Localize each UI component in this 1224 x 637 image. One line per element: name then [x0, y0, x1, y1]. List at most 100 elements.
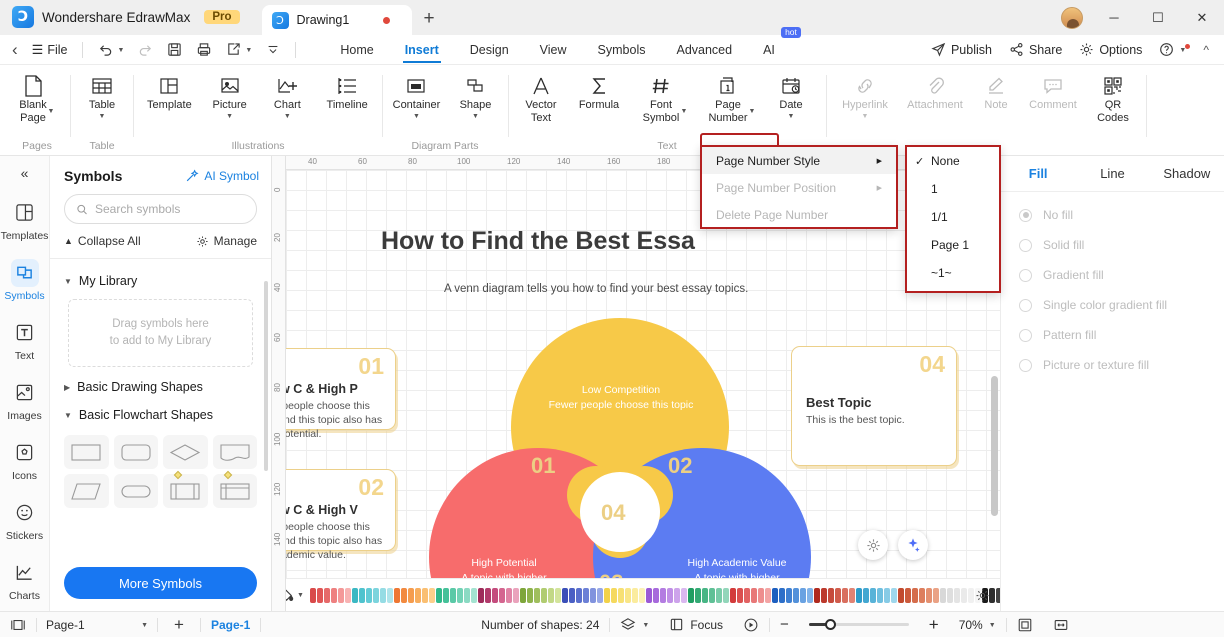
tab-fill[interactable]: Fill	[1001, 166, 1075, 181]
ai-symbol-button[interactable]: AI Symbol	[185, 169, 259, 183]
color-swatch[interactable]	[918, 587, 925, 603]
color-swatch[interactable]	[729, 587, 736, 603]
fill-option-no-fill[interactable]: No fill	[1001, 200, 1224, 230]
color-swatch[interactable]	[701, 587, 708, 603]
page-tab-page-1[interactable]: Page-1	[201, 612, 260, 637]
color-swatch[interactable]	[456, 587, 463, 603]
shape-terminator[interactable]	[113, 474, 158, 508]
ai-assistant-fab[interactable]	[898, 530, 928, 560]
tab-symbols[interactable]: Symbols	[584, 35, 660, 65]
color-swatch[interactable]	[547, 587, 554, 603]
presentation-play-button[interactable]	[733, 612, 769, 637]
fill-option-picture-or-texture-fill[interactable]: Picture or texture fill	[1001, 350, 1224, 380]
sidebar-item-symbols[interactable]: Symbols	[0, 250, 49, 310]
color-swatch[interactable]	[470, 587, 477, 603]
color-swatch[interactable]	[967, 587, 974, 603]
color-swatch[interactable]	[428, 587, 435, 603]
zoom-slider[interactable]	[799, 612, 919, 637]
tab-view[interactable]: View	[526, 35, 581, 65]
section-basic-drawing-shapes[interactable]: ▶ Basic Drawing Shapes	[50, 373, 271, 401]
color-swatch[interactable]	[869, 587, 876, 603]
sidebar-item-stickers[interactable]: Stickers	[0, 490, 49, 550]
color-swatch[interactable]	[589, 587, 596, 603]
color-swatch[interactable]	[393, 587, 400, 603]
page-number-style-submenu[interactable]: ✓ None 1 1/1 Page 1 ~1~	[905, 145, 1001, 293]
page-view-button[interactable]	[0, 612, 36, 637]
color-swatch[interactable]	[694, 587, 701, 603]
tab-ai[interactable]: AI hot	[749, 26, 801, 65]
color-swatch[interactable]	[911, 587, 918, 603]
color-swatch[interactable]	[351, 587, 358, 603]
color-swatch[interactable]	[862, 587, 869, 603]
info-card-04[interactable]: 04 Best Topic This is the best topic.	[791, 346, 957, 466]
collapse-panel-button[interactable]: «	[0, 156, 49, 190]
color-swatch[interactable]	[372, 587, 379, 603]
search-symbols-field[interactable]	[64, 194, 257, 224]
color-swatch[interactable]	[785, 587, 792, 603]
options-button[interactable]: Options	[1072, 42, 1149, 57]
color-swatch[interactable]	[323, 587, 330, 603]
color-swatch[interactable]	[554, 587, 561, 603]
export-button[interactable]: ▼	[219, 35, 259, 65]
my-library-dropzone[interactable]: Drag symbols here to add to My Library	[68, 299, 253, 367]
fill-option-gradient-fill[interactable]: Gradient fill	[1001, 260, 1224, 290]
attachment-button[interactable]: Attachment	[898, 65, 972, 156]
zoom-slider-track[interactable]	[808, 619, 909, 630]
shape-diamond[interactable]	[163, 435, 208, 469]
document-page[interactable]: How to Find the Best Essa A venn diagram…	[286, 170, 1000, 590]
color-swatch[interactable]	[512, 587, 519, 603]
minimize-button[interactable]: ─	[1092, 0, 1136, 35]
section-my-library[interactable]: ▼ My Library	[50, 267, 271, 295]
sidebar-item-text[interactable]: Text	[0, 310, 49, 370]
color-swatch[interactable]	[855, 587, 862, 603]
color-swatch[interactable]	[337, 587, 344, 603]
color-swatch[interactable]	[400, 587, 407, 603]
color-swatch[interactable]	[610, 587, 617, 603]
avatar[interactable]	[1058, 6, 1086, 30]
page-number-dropdown-menu[interactable]: Page Number Style ▶ Page Number Position…	[700, 145, 898, 229]
color-swatch[interactable]	[414, 587, 421, 603]
qr-codes-button[interactable]: QR Codes	[1086, 65, 1140, 156]
color-swatch[interactable]	[680, 587, 687, 603]
color-swatch[interactable]	[659, 587, 666, 603]
diagram-title[interactable]: How to Find the Best Essa	[381, 227, 695, 256]
style-option-tilde-1-tilde[interactable]: ~1~	[907, 259, 999, 287]
color-swatch[interactable]	[540, 587, 547, 603]
zoom-in-button[interactable]: +	[919, 612, 949, 637]
color-swatch[interactable]	[596, 587, 603, 603]
print-button[interactable]	[189, 35, 219, 65]
document-tab-drawing1[interactable]: Ɔ Drawing1	[261, 5, 412, 35]
shape-handle-dot[interactable]	[223, 470, 232, 480]
color-swatch[interactable]	[526, 587, 533, 603]
color-swatch[interactable]	[505, 587, 512, 603]
focus-mode-fab[interactable]	[858, 530, 888, 560]
color-swatch[interactable]	[946, 587, 953, 603]
color-swatch[interactable]	[498, 587, 505, 603]
color-swatch[interactable]	[309, 587, 316, 603]
collapse-ribbon-button[interactable]: ^	[1196, 43, 1216, 57]
fit-width-button[interactable]	[1043, 612, 1079, 637]
color-swatch[interactable]	[330, 587, 337, 603]
save-button[interactable]	[160, 35, 189, 65]
back-button[interactable]: ‹	[0, 35, 25, 65]
hyperlink-button[interactable]: Hyperlink ▼	[832, 65, 898, 156]
color-swatch[interactable]	[743, 587, 750, 603]
close-button[interactable]: ✕	[1180, 0, 1224, 35]
color-swatch[interactable]	[736, 587, 743, 603]
color-swatch[interactable]	[953, 587, 960, 603]
style-option-none[interactable]: ✓ None	[907, 147, 999, 175]
panel-scrollbar[interactable]	[264, 281, 268, 471]
color-swatch[interactable]	[820, 587, 827, 603]
redo-button[interactable]	[131, 35, 160, 65]
color-swatch[interactable]	[316, 587, 323, 603]
color-swatch[interactable]	[799, 587, 806, 603]
shape-internal-storage[interactable]	[212, 470, 257, 508]
shape-handle-dot[interactable]	[173, 470, 183, 480]
color-swatch[interactable]	[617, 587, 624, 603]
add-page-button[interactable]: +	[158, 612, 200, 637]
color-swatch[interactable]	[715, 587, 722, 603]
color-swatch[interactable]	[925, 587, 932, 603]
color-swatch[interactable]	[638, 587, 645, 603]
color-swatch[interactable]	[379, 587, 386, 603]
tab-insert[interactable]: Insert	[391, 35, 453, 65]
